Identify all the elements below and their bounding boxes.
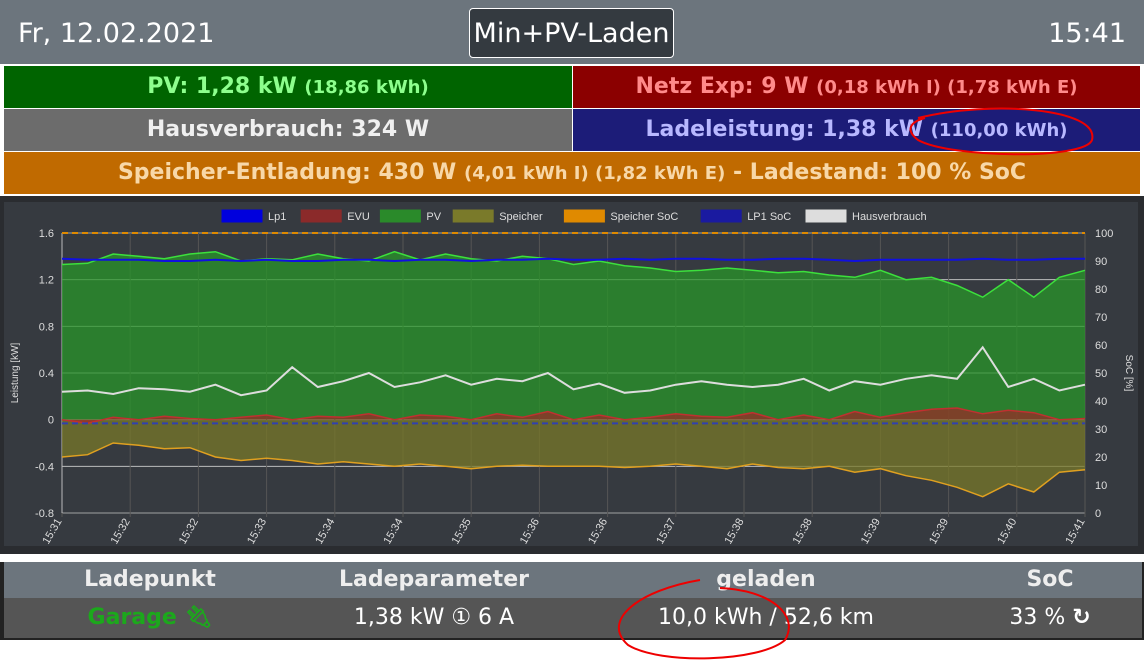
x-tick-label: 15:41	[1063, 517, 1087, 547]
grid-energy: (0,18 kWh I) (1,78 kWh E)	[816, 77, 1078, 98]
legend-swatch	[221, 209, 263, 223]
x-tick-label: 15:38	[722, 517, 746, 547]
battery-soc: - Ladestand: 100 % SoC	[733, 160, 1027, 185]
chart-container: 1.6 1.2 0.8 0.4 0 -0.4 -0.8 100 90 80 70 60 50 40 30 20…	[0, 196, 1144, 554]
vehicle-soc: 33 % ↻	[920, 598, 1144, 638]
y-tick-label: -0.4	[35, 461, 54, 473]
legend-label: Hausverbrauch	[852, 211, 927, 223]
x-tick-label: 15:33	[245, 517, 269, 547]
speicher-area	[62, 419, 1085, 497]
legend-swatch	[379, 209, 421, 223]
power-chart: 1.61.20.80.40-0.4-0.81009080706050403020…	[10, 209, 1134, 547]
x-tick-label: 15:36	[518, 517, 542, 547]
y2-tick-label: 60	[1095, 340, 1107, 352]
y2-tick-label: 30	[1095, 424, 1107, 436]
y2-tick-label: 70	[1095, 312, 1107, 324]
battery-energy: (4,01 kWh I) (1,82 kWh E)	[464, 163, 726, 184]
legend-swatch	[563, 209, 605, 223]
header-bar: Fr, 12.02.2021 Min+PV-Laden 15:41	[0, 0, 1144, 64]
legend-swatch	[452, 209, 494, 223]
x-tick-label: 15:39	[859, 517, 883, 547]
chargepoint-label: Garage	[87, 605, 177, 630]
legend-label: Speicher	[499, 211, 543, 223]
charge-mode-button[interactable]: Min+PV-Laden	[469, 8, 674, 58]
lp1-line	[61, 257, 1085, 263]
soc-value: 33 %	[1009, 605, 1066, 630]
y-tick-label: 0.4	[39, 368, 54, 380]
legend-label: LP1 SoC	[747, 211, 791, 223]
pv-energy: (18,86 kWh)	[304, 77, 429, 98]
charged-amount: 10,0 kWh / 52,6 km	[658, 605, 874, 630]
charge-power: Ladeleistung: 1,38 kW	[645, 117, 923, 142]
pv-status: PV: 1,28 kW (18,86 kWh)	[4, 66, 572, 108]
legend-swatch	[300, 209, 342, 223]
legend-label: EVU	[347, 211, 370, 223]
x-tick-label: 15:39	[927, 517, 951, 547]
y2-tick-label: 50	[1095, 368, 1107, 380]
date: Fr, 12.02.2021	[18, 18, 215, 49]
table-header: Ladepunkt Ladeparameter geladen SoC	[4, 562, 1142, 598]
x-tick-label: 15:32	[109, 517, 133, 547]
x-tick-label: 15:34	[381, 517, 405, 547]
house-consumption: Hausverbrauch: 324 W	[4, 109, 572, 151]
y-axis-label: Leistung [kW]	[10, 342, 21, 403]
charge-power-status: Ladeleistung: 1,38 kW (110,00 kWh)	[573, 109, 1140, 151]
grid-power: Netz Exp: 9 W	[635, 74, 809, 99]
header-ladepunkt: Ladepunkt	[84, 567, 216, 592]
time: 15:41	[1048, 18, 1126, 49]
y-tick-label: 0.8	[39, 321, 54, 333]
x-tick-label: 15:40	[995, 517, 1019, 547]
battery-power: Speicher-Entladung: 430 W	[117, 160, 457, 185]
plug-icon: 🔌︎	[184, 605, 213, 630]
header-soc: SoC	[1026, 567, 1074, 592]
battery-status: Speicher-Entladung: 430 W (4,01 kWh I) (…	[4, 152, 1140, 194]
y2-tick-label: 10	[1095, 480, 1107, 492]
x-tick-label: 15:37	[654, 517, 678, 547]
header-geladen: geladen	[716, 567, 816, 592]
house-power: Hausverbrauch: 324 W	[146, 117, 430, 142]
y2-tick-label: 20	[1095, 452, 1107, 464]
y-tick-label: -0.8	[35, 508, 54, 520]
x-tick-label: 15:35	[450, 517, 474, 547]
chargepoint-table: Ladepunkt Ladeparameter geladen SoC Gara…	[0, 562, 1144, 640]
grid-status: Netz Exp: 9 W (0,18 kWh I) (1,78 kWh E)	[573, 66, 1140, 108]
legend-swatch	[805, 209, 847, 223]
table-row[interactable]: Garage 🔌︎ 1,38 kW ① 6 A 10,0 kWh / 52,6 …	[4, 598, 1142, 638]
y2-tick-label: 0	[1095, 508, 1101, 520]
x-tick-label: 15:34	[313, 517, 337, 547]
x-tick-label: 15:38	[791, 517, 815, 547]
y-tick-label: 1.2	[39, 275, 54, 287]
y-tick-label: 1.6	[39, 228, 54, 240]
pv-power: PV: 1,28 kW	[147, 74, 297, 99]
legend-label: Lp1	[268, 211, 286, 223]
x-tick-label: 15:31	[40, 517, 64, 547]
y2-tick-label: 90	[1095, 256, 1107, 268]
x-tick-label: 15:36	[586, 517, 610, 547]
refresh-icon[interactable]: ↻	[1072, 605, 1090, 630]
charge-energy: (110,00 kWh)	[930, 120, 1068, 141]
y2-axis-label: SoC [%]	[1123, 355, 1134, 392]
y2-tick-label: 100	[1095, 228, 1113, 240]
chargepoint-name[interactable]: Garage 🔌︎	[20, 598, 280, 638]
legend-label: Speicher SoC	[610, 211, 678, 223]
x-tick-label: 15:32	[177, 517, 201, 547]
legend-label: PV	[426, 211, 441, 223]
charge-params[interactable]: 1,38 kW ① 6 A	[304, 598, 564, 638]
y2-tick-label: 40	[1095, 396, 1107, 408]
y-tick-label: 0	[48, 415, 54, 427]
legend-swatch	[700, 209, 742, 223]
y2-tick-label: 80	[1095, 284, 1107, 296]
header-ladeparameter: Ladeparameter	[339, 567, 529, 592]
